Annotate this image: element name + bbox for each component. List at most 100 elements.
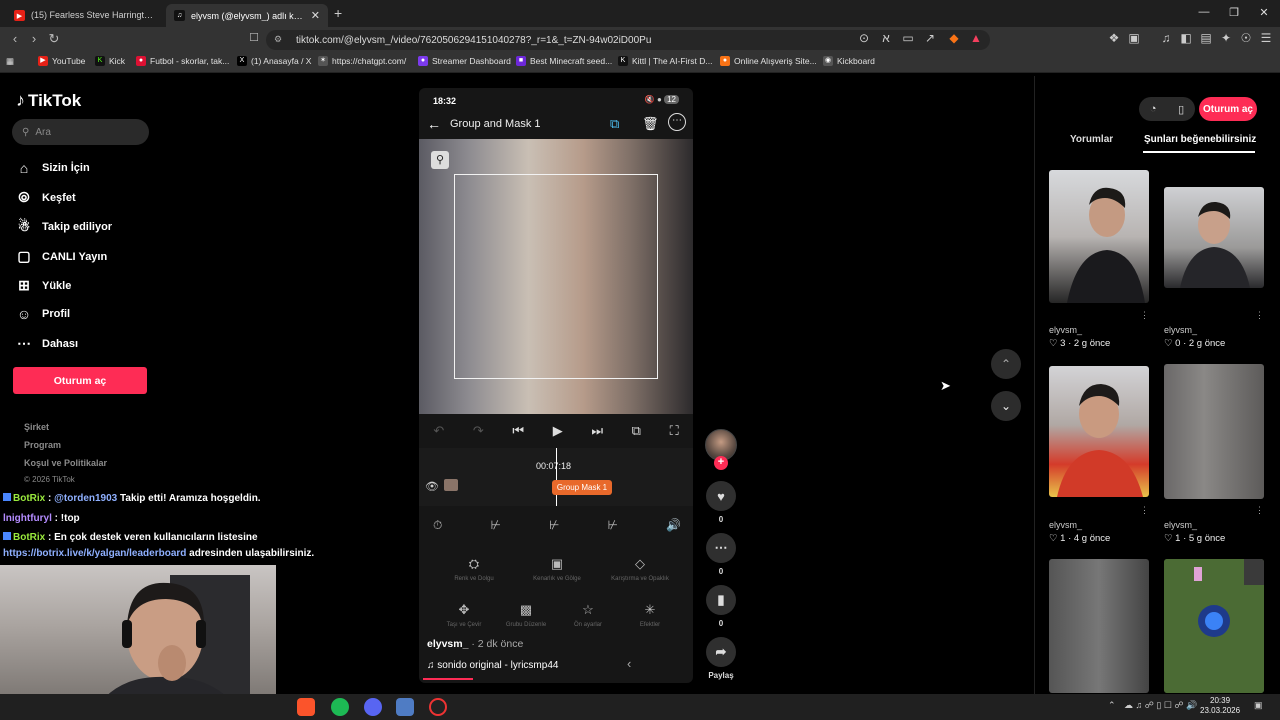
screenshot-icon[interactable]: ▣	[1126, 31, 1142, 45]
nav-for-you[interactable]: ⌂ Sizin İçin	[16, 160, 90, 176]
more-icon[interactable]: ⋮	[1140, 505, 1149, 516]
header-icons: ◔ ▯	[1139, 97, 1195, 121]
mouse-cursor-icon: ➤	[940, 378, 951, 393]
menu-icon[interactable]: ☰	[1258, 31, 1274, 45]
video-thumbnail[interactable]	[1049, 559, 1149, 693]
brave-taskbar-icon[interactable]	[297, 698, 315, 716]
tiktok-logo[interactable]: ♪ TikTok	[16, 90, 81, 111]
restore-button[interactable]: ❐	[1224, 6, 1244, 19]
share-button[interactable]: ➦ Paylaş	[701, 637, 741, 680]
nav-live[interactable]: ▢ CANLI Yayın	[16, 248, 107, 265]
site-info-icon[interactable]: ⚙	[274, 34, 282, 45]
close-window-button[interactable]: ✕	[1254, 6, 1274, 19]
save-count: 0	[718, 619, 724, 628]
bookmark-minecraft[interactable]: ■ Best Minecraft seed...	[516, 56, 612, 66]
thumbnail-author[interactable]: elyvsm_	[1049, 325, 1082, 335]
bookmark-x[interactable]: X (1) Anasayfa / X	[237, 56, 311, 66]
chat-mention: @torden1903	[54, 493, 118, 504]
thumbnail-meta: ♡ 3 · 2 g önce	[1049, 338, 1111, 349]
cast-icon[interactable]: ▭	[900, 31, 916, 45]
tool-effects: ✳ Efektler	[619, 594, 681, 636]
notification-icon[interactable]: ▣	[1254, 700, 1263, 711]
zoom-icon: ⚲	[431, 151, 449, 169]
bookmark-icon[interactable]: ☐	[245, 31, 263, 44]
brave-rewards-icon[interactable]: ▲	[968, 31, 984, 45]
login-button[interactable]: Oturum aç	[13, 367, 147, 394]
reload-button[interactable]: ↻	[45, 31, 63, 47]
like-button[interactable]: ♥ 0	[705, 481, 737, 524]
footer-company[interactable]: Şirket	[24, 422, 49, 432]
back-button[interactable]: ‹	[6, 31, 24, 46]
close-tab-icon[interactable]: ✕	[311, 9, 320, 22]
thumbnail-author[interactable]: elyvsm_	[1164, 325, 1197, 335]
nav-more[interactable]: ⋯ Dahası	[16, 335, 78, 352]
bookmark-youtube[interactable]: ▶ YouTube	[38, 56, 85, 66]
thumbnail-author[interactable]: elyvsm_	[1164, 520, 1197, 530]
nav-profile[interactable]: ☺ Profil	[16, 306, 70, 322]
timeline-clip: Group Mask 1	[552, 480, 612, 495]
discord-taskbar-icon[interactable]	[364, 698, 382, 716]
more-icon[interactable]: ⋮	[1140, 310, 1149, 321]
forward-button[interactable]: ›	[25, 31, 43, 46]
footer-program[interactable]: Program	[24, 440, 61, 450]
thumbnail-author[interactable]: elyvsm_	[1049, 520, 1082, 530]
new-tab-button[interactable]: +	[334, 5, 342, 21]
editor-toolbar: ← Group and Mask 1 ⧉ 🗑 ⋯	[419, 110, 693, 138]
translate-icon[interactable]: א	[878, 31, 894, 45]
media-icon[interactable]: ♫	[1158, 31, 1174, 45]
wallet-icon[interactable]: ▤	[1198, 31, 1214, 45]
coins-icon[interactable]: ◔	[1150, 103, 1157, 115]
video-thumbnail[interactable]	[1164, 364, 1264, 499]
vpn-icon[interactable]: ☉	[1238, 31, 1254, 45]
apps-icon[interactable]: ▦	[6, 56, 14, 67]
nav-upload[interactable]: ⊞ Yükle	[16, 277, 71, 294]
obs-taskbar-icon[interactable]	[429, 698, 447, 716]
bookmark-shopping[interactable]: ● Online Alışveriş Site...	[720, 56, 817, 66]
video-thumbnail[interactable]	[1049, 366, 1149, 497]
footer-terms[interactable]: Koşul ve Politikalar	[24, 458, 107, 468]
chat-text: Takip etti! Aramıza hoşgeldin.	[117, 493, 261, 504]
prev-video-button[interactable]: ⌃	[991, 349, 1021, 379]
nav-following[interactable]: ☃ Takip ediliyor	[16, 218, 112, 235]
tab-comments[interactable]: Yorumlar	[1070, 134, 1113, 145]
bookmark-streamer[interactable]: ● Streamer Dashboard	[418, 56, 511, 66]
extensions-icon[interactable]: ❖	[1106, 31, 1122, 45]
next-video-button[interactable]: ⌄	[991, 391, 1021, 421]
bookmark-kickboard[interactable]: ◉ Kickboard	[823, 56, 875, 66]
bookmark-label: https://chatgpt.com/	[332, 56, 407, 66]
more-icon[interactable]: ⋮	[1255, 310, 1264, 321]
nav-explore[interactable]: ⦾ Keşfet	[16, 189, 75, 206]
save-button[interactable]: ▮ 0	[705, 585, 737, 628]
video-thumbnail[interactable]	[1164, 559, 1264, 693]
leo-ai-icon[interactable]: ✦	[1218, 31, 1234, 45]
tab-tiktok[interactable]: ♫ elyvsm (@elyvsm_) adlı kullanıcının ✕	[166, 4, 328, 27]
video-author-line: elyvsm_ · 2 dk önce	[427, 638, 523, 650]
video-thumbnail[interactable]	[1164, 187, 1264, 288]
sidebar-icon[interactable]: ◧	[1178, 31, 1194, 45]
video-progress[interactable]	[423, 678, 473, 680]
tab-youtube[interactable]: ▶ (15) Fearless Steve Harrington ◎ (B…	[6, 4, 164, 27]
video-author[interactable]: elyvsm_	[427, 638, 468, 650]
app-taskbar-icon[interactable]	[396, 698, 414, 716]
taskbar-clock[interactable]: 20:39 23.03.2026	[1200, 696, 1240, 716]
follow-plus-icon[interactable]: +	[714, 456, 728, 470]
phone-app-icon[interactable]: ▯	[1178, 103, 1184, 116]
thumbnail-image	[1180, 201, 1250, 288]
bookmark-futbol[interactable]: ● Futbol - skorlar, tak...	[136, 56, 229, 66]
spotify-taskbar-icon[interactable]	[331, 698, 349, 716]
translate-off-icon[interactable]: ⊙	[856, 31, 872, 45]
bookmark-kick[interactable]: K Kick	[95, 56, 125, 66]
header-login-button[interactable]: Oturum aç	[1199, 97, 1257, 121]
tray-chevron-icon[interactable]: ⌃	[1108, 700, 1116, 711]
bookmark-kittl[interactable]: K Kittl | The AI-First D...	[618, 56, 712, 66]
comment-button[interactable]: ⋯ 0	[705, 533, 737, 576]
share-icon[interactable]: ↗	[922, 31, 938, 45]
video-music[interactable]: ♫ sonido original - lyricsmp44	[427, 660, 558, 671]
video-thumbnail[interactable]	[1049, 170, 1149, 303]
tab-you-may-like[interactable]: Şunları beğenebilirsiniz	[1144, 134, 1256, 145]
bookmark-chatgpt[interactable]: ✶ https://chatgpt.com/	[318, 56, 406, 66]
minimize-button[interactable]: —	[1194, 6, 1214, 18]
brave-shield-icon[interactable]: ◆	[946, 31, 962, 45]
search-input[interactable]: ⚲ Ara	[12, 119, 149, 145]
more-icon[interactable]: ⋮	[1255, 505, 1264, 516]
